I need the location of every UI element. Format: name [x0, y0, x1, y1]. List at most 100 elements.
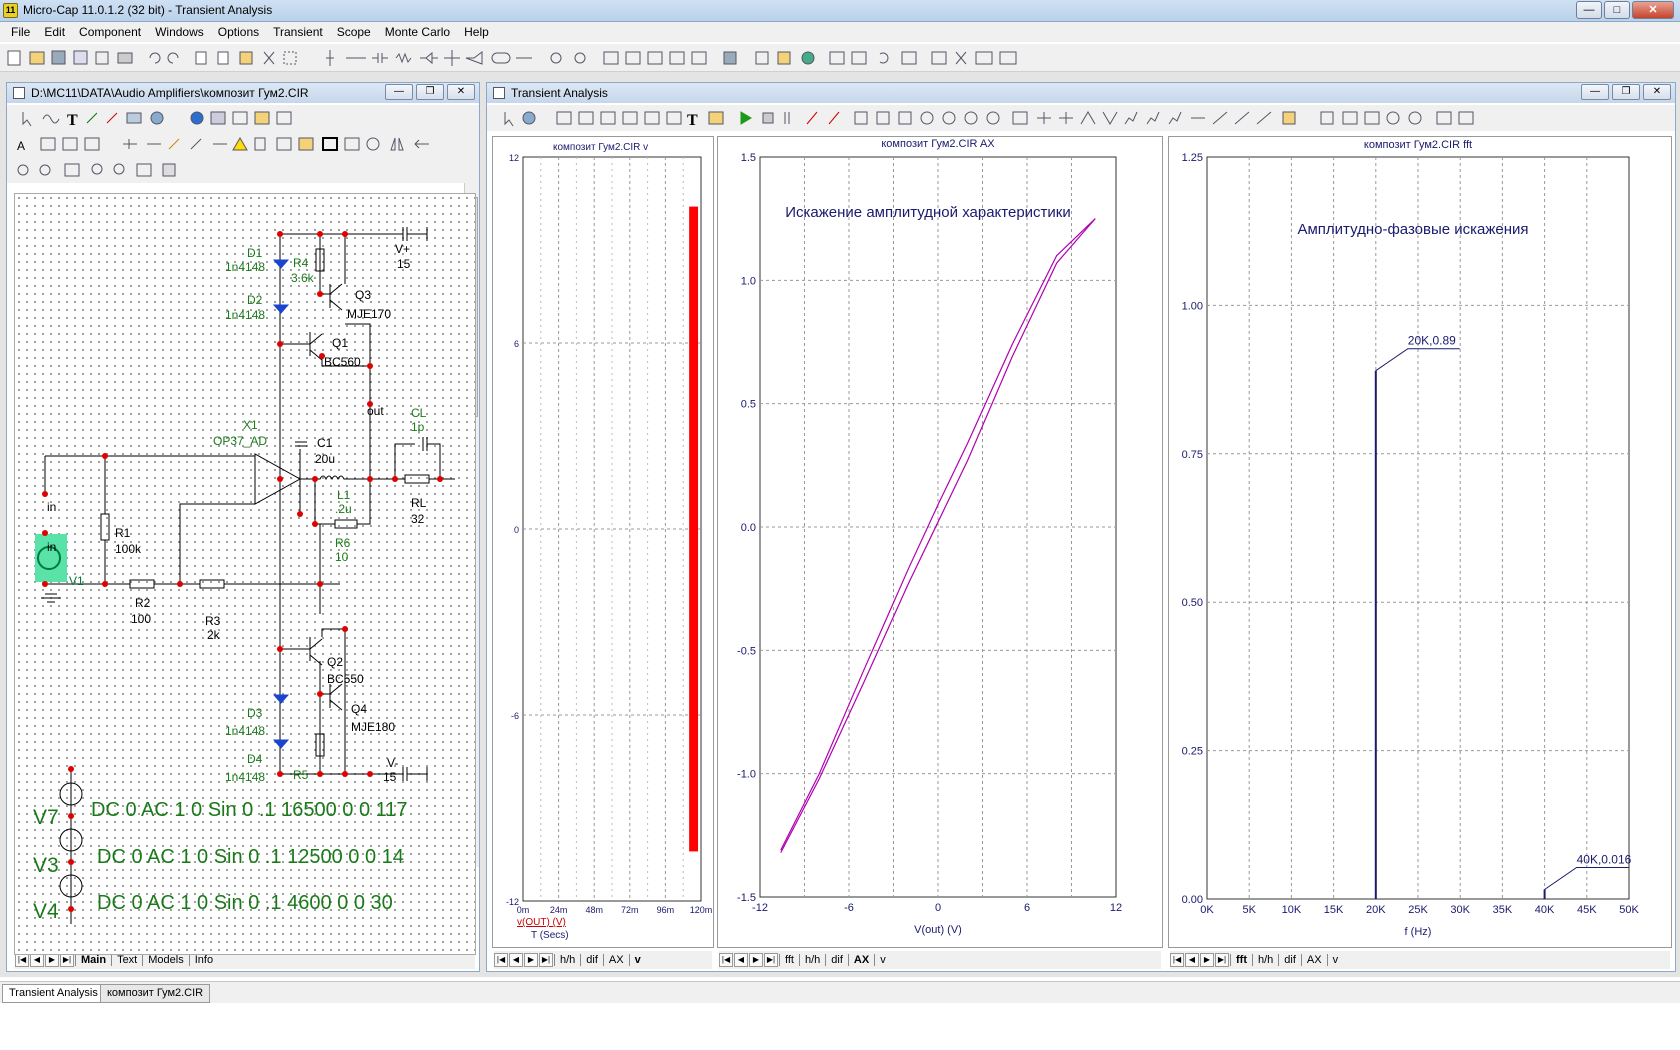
plot-ax-tab-v[interactable]: v [874, 954, 891, 966]
x-tick-label: 35K [1493, 904, 1513, 916]
y-tick-label: 0.75 [1182, 449, 1203, 461]
menu-help[interactable]: Help [457, 25, 496, 39]
wire-tool-icon [42, 114, 60, 124]
tokens-icon [1012, 111, 1028, 125]
d4-label: D4 [247, 752, 263, 766]
analysis-restore-button[interactable]: ❐ [1612, 84, 1640, 100]
menu-file[interactable]: File [4, 25, 37, 39]
plot-ax-tab-next[interactable]: ▶ [749, 953, 763, 967]
plot-ax-tab-last[interactable]: ▶| [764, 953, 778, 967]
plot-v-tab-last[interactable]: ▶| [539, 953, 553, 967]
l1-symbol [315, 475, 395, 481]
tile-icon [603, 51, 619, 65]
plot-v-tab-prev[interactable]: ◀ [509, 953, 523, 967]
c1-symbol [295, 441, 307, 447]
plot-fft-tab-first[interactable]: |◀ [1170, 953, 1184, 967]
y-tick-label: 1.0 [741, 275, 756, 287]
d2-model: 1n4148 [225, 308, 266, 322]
d1-symbol [272, 259, 290, 269]
v7-label: V7 [33, 806, 59, 829]
close-button[interactable]: ✕ [1632, 1, 1674, 19]
plot-fft-tab-v[interactable]: v [1326, 954, 1344, 966]
high-icon [1080, 111, 1096, 125]
minimize-button[interactable]: — [1576, 1, 1602, 19]
menu-monte-carlo[interactable]: Monte Carlo [378, 25, 457, 39]
window-tab-transient[interactable]: Transient Analysis [2, 984, 105, 1003]
cl-value: 1p [411, 420, 425, 434]
menu-transient[interactable]: Transient [266, 25, 330, 39]
axis-icon [898, 111, 912, 125]
menu-options[interactable]: Options [211, 25, 266, 39]
plot-v-tab-dif[interactable]: dif [580, 954, 603, 966]
delete-icon [263, 51, 275, 65]
plot-ax-tab-ax[interactable]: AX [847, 954, 874, 966]
select-all-icon [283, 51, 297, 65]
plot-ax-tab-first[interactable]: |◀ [719, 953, 733, 967]
plot-ax-title: композит Гум2.CIR AX [881, 138, 995, 150]
plot-fft-tab-hh[interactable]: h/h [1252, 954, 1278, 966]
analysis-window-title-bar: Transient Analysis — ❐ ✕ [487, 83, 1675, 103]
r2-value: 100 [131, 612, 152, 626]
analysis-select-icon [504, 112, 514, 127]
x-tick-label: 96m [657, 905, 675, 915]
x-tick-label: 0 [935, 902, 941, 914]
plot-v-title: композит Гум2.CIR v [553, 142, 649, 153]
schematic-restore-button[interactable]: ❐ [416, 84, 444, 100]
inductor-icon [444, 50, 460, 66]
plot-v-tab-hh[interactable]: h/h [554, 954, 580, 966]
plot-fft-tab-last[interactable]: ▶| [1215, 953, 1229, 967]
plot-ax-tab-prev[interactable]: ◀ [734, 953, 748, 967]
stop-icon [762, 112, 774, 124]
plot-fft-tab-next[interactable]: ▶ [1200, 953, 1214, 967]
x-tick-label: 45K [1577, 904, 1597, 916]
valley-icon [1059, 112, 1073, 124]
window-icon [691, 51, 707, 65]
analysis-tools: T [504, 111, 1474, 129]
analysis-close-button[interactable]: ✕ [1643, 84, 1671, 100]
plot-ax-panel[interactable]: -12 -6 0 6 12 -1.5 -1.0 -0.5 0.0 0.5 1.0 1.5 компози… [717, 136, 1163, 948]
schematic-canvas[interactable]: D1 1n4148 R4 3.6k D2 1n4148 Q3 MJE170 V+… [14, 193, 476, 955]
plot-fft-tab-prev[interactable]: ◀ [1185, 953, 1199, 967]
plot-v-tab-next[interactable]: ▶ [524, 953, 538, 967]
v4-spec: DC 0 AC 1 0 Sin 0 .1 4600 0 0 30 [97, 892, 393, 914]
maximize-button[interactable]: □ [1604, 1, 1630, 19]
vplus-label: V+ [395, 242, 411, 256]
window-tab-schematic[interactable]: композит Гум2.CIR [100, 984, 211, 1003]
plot-v-tab-ax[interactable]: AX [602, 954, 629, 966]
menu-scope[interactable]: Scope [330, 25, 378, 39]
x1-label: X1 [243, 418, 258, 432]
menu-windows[interactable]: Windows [148, 25, 211, 39]
plot-ax-tab-hh[interactable]: h/h [798, 954, 825, 966]
analysis-minimize-button[interactable]: — [1581, 84, 1609, 100]
tile-horiz-icon [647, 51, 663, 65]
grid-toggle-icon [854, 111, 868, 125]
low-icon [1102, 111, 1118, 125]
plot-fft-panel[interactable]: 0K 5K 10K 15K 20K 25K 30K 35K 40K 45K 50K 0.00 0.25 0… [1168, 136, 1672, 948]
menu-edit[interactable]: Edit [37, 25, 72, 39]
plot-fft-tab-fft[interactable]: fft [1230, 954, 1252, 966]
plot-ax-tab-dif[interactable]: dif [825, 954, 848, 966]
d3-label: D3 [247, 706, 263, 720]
plot-v-tab-first[interactable]: |◀ [494, 953, 508, 967]
plot-ax-tab-fft[interactable]: fft [779, 954, 799, 966]
schematic-minimize-button[interactable]: — [385, 84, 413, 100]
plot-fft-tab-dif[interactable]: dif [1278, 954, 1301, 966]
fft-peak-label-2: 40K,0.016 [1577, 853, 1632, 867]
cascade-icon [625, 51, 641, 65]
analysis-window-title: Transient Analysis [511, 86, 608, 100]
pencil-icon [168, 138, 180, 150]
point-tool-icon [232, 111, 248, 125]
plot-fft-tab-ax[interactable]: AX [1300, 954, 1327, 966]
plot-v-panel[interactable]: 0m 24m 48m 72m 96m 120m -12 -6 0 6 12 композит Гум… [492, 136, 714, 948]
menu-component[interactable]: Component [72, 25, 148, 39]
zoom-out-analysis-icon [942, 111, 956, 125]
q1-symbol [280, 332, 323, 361]
plot-v-svg: 0m 24m 48m 72m 96m 120m-12-60612 [506, 153, 712, 915]
d2-label: D2 [247, 293, 263, 307]
plot-v-tab-v[interactable]: v [628, 954, 646, 966]
schematic-close-button[interactable]: ✕ [447, 84, 475, 100]
d4-model: 1n4148 [225, 770, 266, 784]
zoom-reset-icon [986, 111, 1000, 125]
plot-fft-xlabel: f (Hz) [1405, 926, 1432, 938]
x-tick-label: 6 [1024, 902, 1030, 914]
